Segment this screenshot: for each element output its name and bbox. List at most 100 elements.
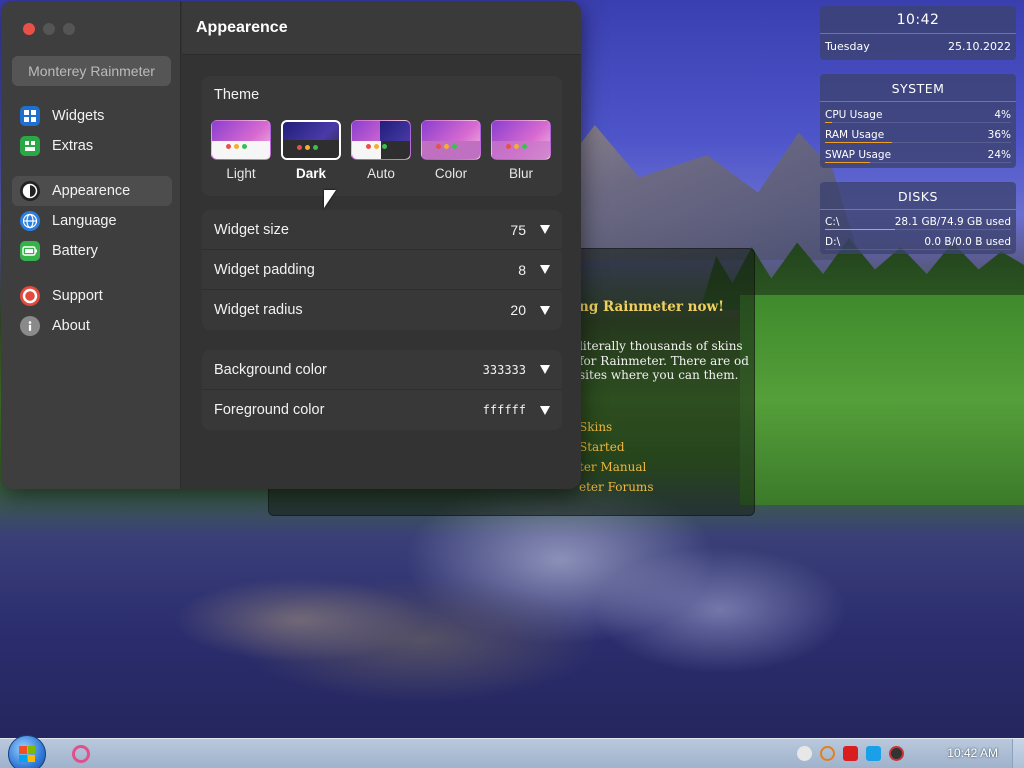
sidebar-item-about[interactable]: About xyxy=(12,311,172,341)
window-controls xyxy=(23,23,75,35)
dropdown-arrow-icon[interactable] xyxy=(540,265,550,274)
background-color-row[interactable]: Background color 333333 xyxy=(202,350,562,390)
sidebar-item-label: Battery xyxy=(52,243,98,259)
widget-size-label: Widget size xyxy=(214,221,289,238)
grid-icon xyxy=(20,106,40,126)
lifebuoy-icon xyxy=(20,286,40,306)
theme-option-auto[interactable]: Auto xyxy=(351,120,411,181)
swap-usage-row: SWAP Usage 24% xyxy=(820,145,1016,165)
disk-c-bar xyxy=(825,229,895,230)
clock-date: 25.10.2022 xyxy=(948,40,1011,53)
clock-day: Tuesday xyxy=(825,40,870,53)
globe-icon xyxy=(20,211,40,231)
theme-options: Light Dark Auto Color Blur xyxy=(211,120,551,181)
nav-group-help: Support About xyxy=(12,281,172,341)
sidebar-item-label: Extras xyxy=(52,138,94,154)
welcome-link-forums[interactable]: eter Forums xyxy=(579,477,653,497)
contrast-icon xyxy=(20,181,40,201)
disks-widget: DISKS C:\ 28.1 GB/74.9 GB used D:\ 0.0 B… xyxy=(820,182,1016,254)
dropdown-arrow-icon[interactable] xyxy=(540,365,550,374)
theme-thumb-dark[interactable] xyxy=(281,120,341,160)
welcome-title: ng Rainmeter now! xyxy=(579,299,725,315)
sidebar-item-widgets[interactable]: Widgets xyxy=(12,101,172,131)
foreground-color-label: Foreground color xyxy=(214,402,325,418)
theme-thumb-light[interactable] xyxy=(211,120,271,160)
ram-usage-bar xyxy=(825,142,892,143)
taskbar: 10:42 AM xyxy=(0,735,1024,768)
welcome-body: literally thousands of skins for Rainmet… xyxy=(579,339,749,382)
mouse-cursor-icon xyxy=(324,190,336,208)
start-button[interactable] xyxy=(8,735,46,768)
theme-card: Theme Light Dark Auto Color Blur xyxy=(202,76,562,196)
theme-label-light: Light xyxy=(226,166,256,181)
color-settings-card: Background color 333333 Foreground color… xyxy=(202,350,562,430)
theme-option-blur[interactable]: Blur xyxy=(491,120,551,181)
sidebar: Monterey Rainmeter Widgets Extras Appear… xyxy=(1,1,181,489)
dropdown-arrow-icon[interactable] xyxy=(540,405,550,415)
tray-flag-icon[interactable] xyxy=(843,746,858,761)
close-button[interactable] xyxy=(23,23,35,35)
clock-widget: 10:42 Tuesday 25.10.2022 xyxy=(820,6,1016,60)
theme-option-light[interactable]: Light xyxy=(211,120,271,181)
theme-thumb-color[interactable] xyxy=(421,120,481,160)
app-name-badge: Monterey Rainmeter xyxy=(12,56,171,86)
tray-drop-icon[interactable] xyxy=(797,746,812,761)
sidebar-item-extras[interactable]: Extras xyxy=(12,131,172,161)
show-desktop-button[interactable] xyxy=(1012,739,1024,768)
sidebar-item-support[interactable]: Support xyxy=(12,281,172,311)
clock-time: 10:42 xyxy=(820,6,1016,34)
welcome-link-started[interactable]: Started xyxy=(579,437,653,457)
system-widget: SYSTEM CPU Usage 4% RAM Usage 36% SWAP U… xyxy=(820,74,1016,168)
cpu-usage-row: CPU Usage 4% xyxy=(820,105,1016,125)
welcome-link-skins[interactable]: Skins xyxy=(579,417,653,437)
theme-option-color[interactable]: Color xyxy=(421,120,481,181)
sidebar-item-label: Language xyxy=(52,213,117,229)
background-color-value: 333333 xyxy=(482,362,526,377)
sidebar-item-label: Widgets xyxy=(52,108,105,124)
cpu-usage-bar xyxy=(825,122,833,123)
tray-monitor-icon[interactable] xyxy=(866,746,881,761)
theme-option-dark[interactable]: Dark xyxy=(281,120,341,181)
wallpaper-meadow xyxy=(740,295,1024,505)
battery-icon xyxy=(20,241,40,261)
sidebar-item-label: Appearence xyxy=(52,183,131,199)
sidebar-item-language[interactable]: Language xyxy=(12,206,172,236)
theme-label-color: Color xyxy=(434,166,468,181)
foreground-color-value: ffffff xyxy=(482,403,526,417)
widget-size-value: 75 xyxy=(510,221,526,238)
main-panel: Appearence Theme Light Dark Auto Color B… xyxy=(182,1,581,489)
widget-size-row[interactable]: Widget size 75 xyxy=(202,210,562,250)
nav-group-main: Widgets Extras xyxy=(12,101,172,161)
sidebar-item-appearence[interactable]: Appearence xyxy=(12,176,172,206)
widget-padding-label: Widget padding xyxy=(214,261,315,278)
welcome-links: Skins Started ter Manual eter Forums xyxy=(579,417,653,497)
tray-search-icon[interactable] xyxy=(820,746,835,761)
sidebar-item-battery[interactable]: Battery xyxy=(12,236,172,266)
widget-radius-label: Widget radius xyxy=(214,302,303,318)
welcome-link-manual[interactable]: ter Manual xyxy=(579,457,653,477)
tray-rainmeter-icon[interactable] xyxy=(889,746,904,761)
disk-c-row: C:\ 28.1 GB/74.9 GB used xyxy=(820,212,1016,232)
taskbar-clock[interactable]: 10:42 AM xyxy=(947,746,998,760)
ram-usage-row: RAM Usage 36% xyxy=(820,125,1016,145)
swap-usage-bar xyxy=(825,162,870,163)
theme-thumb-auto[interactable] xyxy=(351,120,411,160)
sidebar-item-label: About xyxy=(52,318,90,334)
system-tray xyxy=(797,746,904,761)
theme-thumb-blur[interactable] xyxy=(491,120,551,160)
disks-title: DISKS xyxy=(820,182,1016,210)
widget-radius-row[interactable]: Widget radius 20 xyxy=(202,290,562,330)
theme-label-auto: Auto xyxy=(367,166,395,181)
theme-title: Theme xyxy=(214,87,260,103)
widget-padding-value: 8 xyxy=(518,261,526,278)
rainmeter-taskbar-icon[interactable] xyxy=(72,745,90,763)
minimize-button[interactable] xyxy=(43,23,55,35)
settings-window: Monterey Rainmeter Widgets Extras Appear… xyxy=(1,1,581,489)
sidebar-item-label: Support xyxy=(52,288,103,304)
maximize-button[interactable] xyxy=(63,23,75,35)
dropdown-arrow-icon[interactable] xyxy=(540,305,550,315)
foreground-color-row[interactable]: Foreground color ffffff xyxy=(202,390,562,430)
dropdown-arrow-icon[interactable] xyxy=(540,225,550,234)
info-icon xyxy=(20,316,40,336)
widget-padding-row[interactable]: Widget padding 8 xyxy=(202,250,562,290)
